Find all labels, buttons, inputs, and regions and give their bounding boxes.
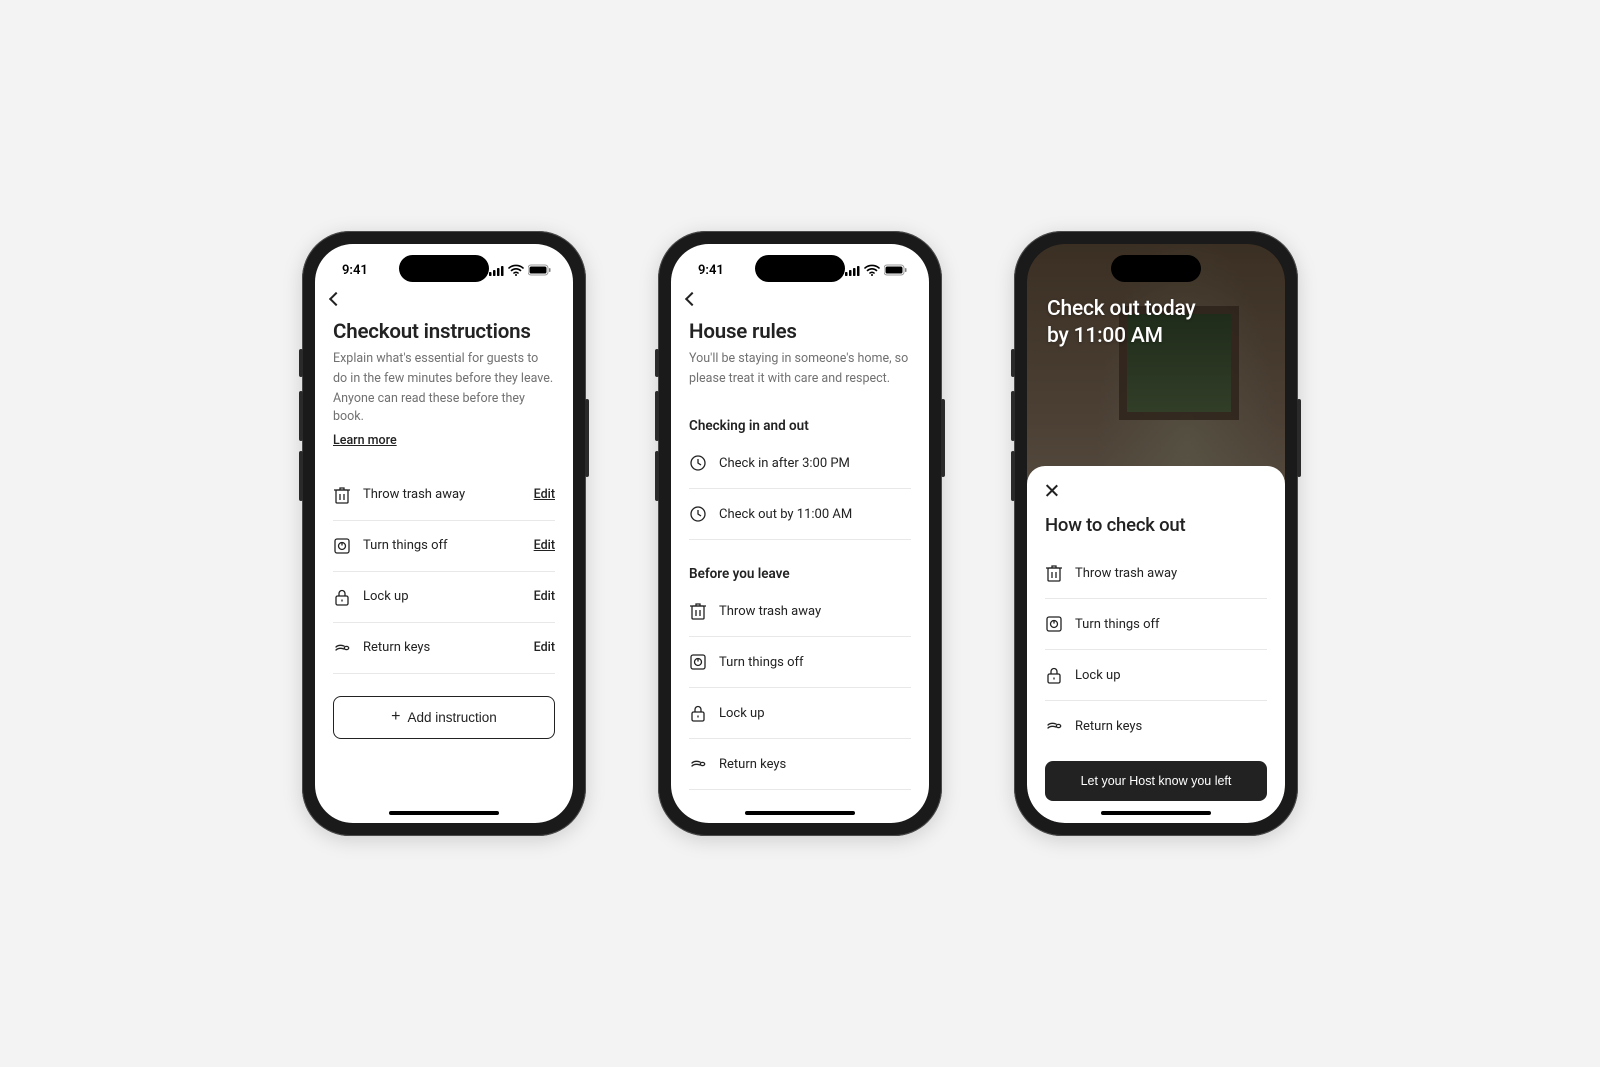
instruction-row-trash[interactable]: Throw trash away Edit	[333, 470, 555, 521]
trash-icon	[333, 486, 351, 504]
status-time: 9:41	[698, 263, 724, 278]
status-time: 9:41	[342, 263, 368, 278]
page-subtitle-line: please treat it with care and respect.	[689, 370, 911, 388]
phone-house-rules: 9:41 House rules You'll be staying in so…	[658, 231, 942, 836]
instruction-label: Turn things off	[363, 538, 534, 553]
notify-host-label: Let your Host know you left	[1081, 774, 1232, 788]
rule-label: Lock up	[719, 706, 911, 721]
step-label: Turn things off	[1075, 617, 1267, 632]
edit-link[interactable]: Edit	[534, 589, 555, 604]
home-indicator[interactable]	[1101, 811, 1211, 815]
overlay-line: Check out today	[1047, 296, 1265, 323]
rule-row-power: Turn things off	[689, 637, 911, 688]
instruction-label: Throw trash away	[363, 487, 534, 502]
keys-icon	[333, 639, 351, 657]
edit-link[interactable]: Edit	[534, 640, 555, 655]
sheet-title: How to check out	[1045, 514, 1267, 536]
home-indicator[interactable]	[389, 811, 499, 815]
phone-checkout-sheet: 9:41 Check out today by 11:00 AM How to …	[1014, 231, 1298, 836]
rule-label: Throw trash away	[719, 604, 911, 619]
clock-icon	[689, 505, 707, 523]
lock-icon	[689, 704, 707, 722]
notify-host-button[interactable]: Let your Host know you left	[1045, 761, 1267, 801]
instruction-row-keys[interactable]: Return keys Edit	[333, 623, 555, 674]
checkin-label: Check in after 3:00 PM	[719, 456, 911, 471]
phone-checkout-instructions: 9:41 Checkout instructions Explain what'…	[302, 231, 586, 836]
step-row-power: Turn things off	[1045, 599, 1267, 650]
rule-row-lock: Lock up	[689, 688, 911, 739]
overlay-line: by 11:00 AM	[1047, 323, 1265, 350]
dynamic-island	[1111, 255, 1201, 282]
checkin-row: Check in after 3:00 PM	[689, 438, 911, 489]
wifi-icon	[508, 264, 524, 276]
cellular-signal-icon	[845, 265, 860, 276]
rule-row-keys: Return keys	[689, 739, 911, 790]
back-button[interactable]	[687, 286, 697, 310]
add-instruction-label: Add instruction	[408, 710, 497, 725]
dynamic-island	[755, 255, 845, 282]
instruction-label: Lock up	[363, 589, 534, 604]
power-icon	[333, 537, 351, 555]
page-title: House rules	[689, 320, 911, 344]
battery-icon	[528, 264, 551, 276]
step-label: Return keys	[1075, 719, 1267, 734]
step-row-lock: Lock up	[1045, 650, 1267, 701]
checkout-row: Check out by 11:00 AM	[689, 489, 911, 540]
section-heading-before-leave: Before you leave	[689, 566, 911, 582]
trash-icon	[689, 602, 707, 620]
edit-link[interactable]: Edit	[534, 487, 555, 502]
page-subtitle-line: Explain what's essential for guests to	[333, 350, 555, 368]
close-button[interactable]	[1045, 484, 1059, 498]
lock-icon	[333, 588, 351, 606]
home-indicator[interactable]	[745, 811, 855, 815]
instruction-row-power[interactable]: Turn things off Edit	[333, 521, 555, 572]
page-title: Checkout instructions	[333, 320, 555, 344]
learn-more-link[interactable]: Learn more	[333, 433, 397, 448]
checkout-label: Check out by 11:00 AM	[719, 507, 911, 522]
instruction-row-lock[interactable]: Lock up Edit	[333, 572, 555, 623]
page-subtitle-line: You'll be staying in someone's home, so	[689, 350, 911, 368]
page-subtitle-line: do in the few minutes before they leave.	[333, 370, 555, 388]
checkout-sheet: How to check out Throw trash away Turn t…	[1027, 466, 1285, 823]
battery-icon	[884, 264, 907, 276]
page-subtitle-line: Anyone can read these before they book.	[333, 390, 555, 426]
trash-icon	[1045, 564, 1063, 582]
clock-icon	[689, 454, 707, 472]
add-instruction-button[interactable]: + Add instruction	[333, 696, 555, 739]
chevron-left-icon	[329, 292, 343, 306]
power-icon	[689, 653, 707, 671]
keys-icon	[689, 755, 707, 773]
step-label: Throw trash away	[1075, 566, 1267, 581]
back-button[interactable]	[331, 286, 341, 310]
step-row-keys: Return keys	[1045, 701, 1267, 751]
section-heading-checking: Checking in and out	[689, 418, 911, 434]
instruction-label: Return keys	[363, 640, 534, 655]
dynamic-island	[399, 255, 489, 282]
power-icon	[1045, 615, 1063, 633]
chevron-left-icon	[685, 292, 699, 306]
step-row-trash: Throw trash away	[1045, 548, 1267, 599]
checkout-overlay-heading: Check out today by 11:00 AM	[1027, 286, 1285, 351]
cellular-signal-icon	[489, 265, 504, 276]
rule-label: Return keys	[719, 757, 911, 772]
step-label: Lock up	[1075, 668, 1267, 683]
lock-icon	[1045, 666, 1063, 684]
rule-label: Turn things off	[719, 655, 911, 670]
keys-icon	[1045, 717, 1063, 735]
wifi-icon	[864, 264, 880, 276]
rule-row-trash: Throw trash away	[689, 586, 911, 637]
edit-link[interactable]: Edit	[534, 538, 555, 553]
